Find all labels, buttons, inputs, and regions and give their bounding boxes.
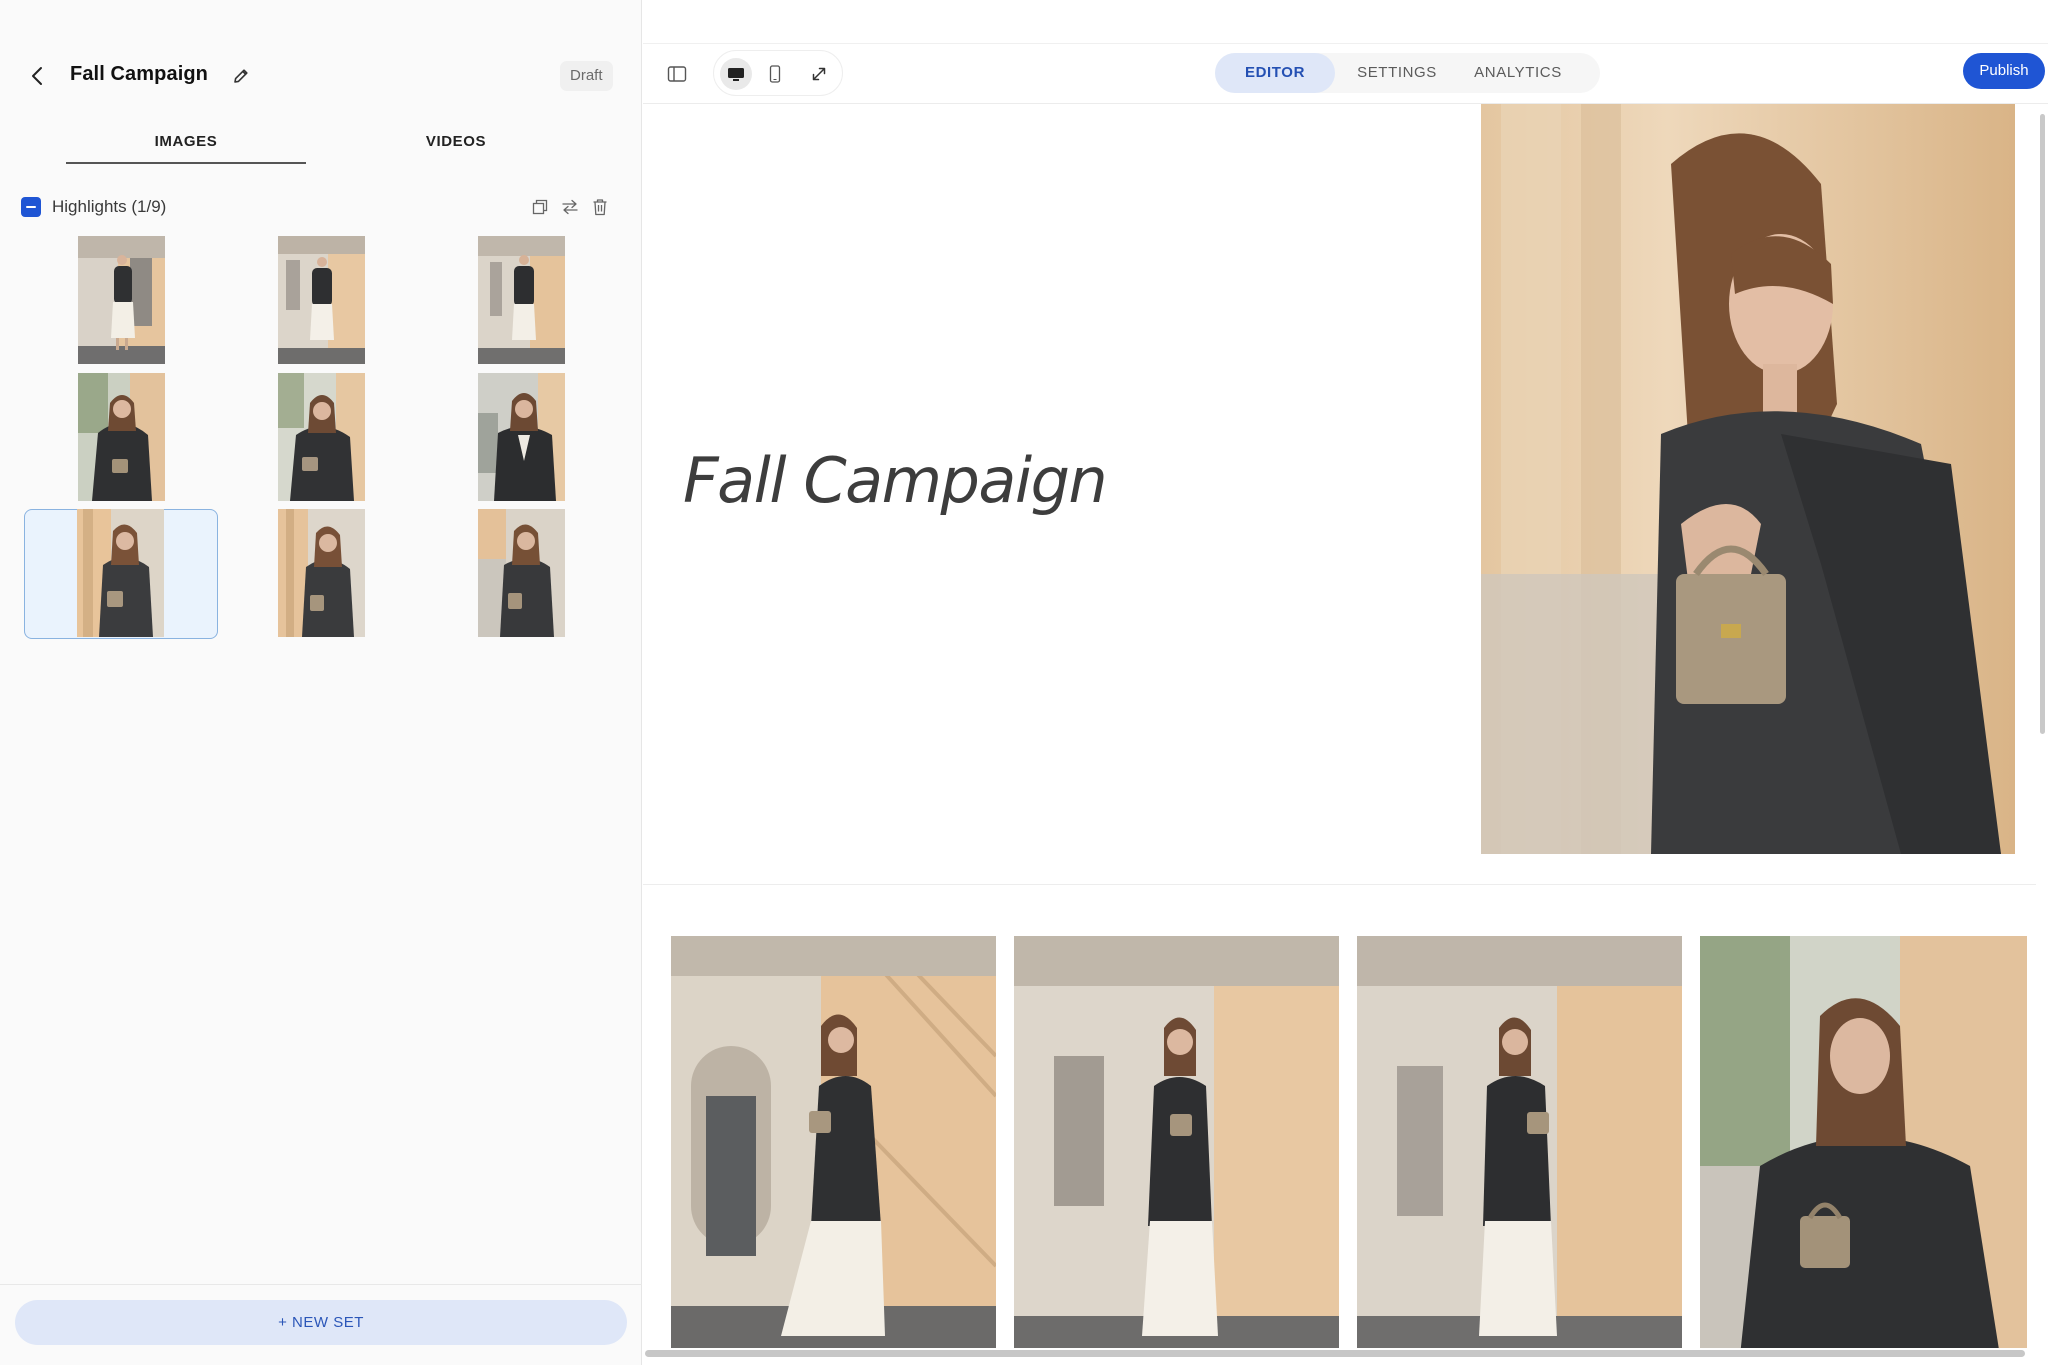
set-label: Highlights (1/9): [52, 197, 167, 216]
hero-image[interactable]: [1481, 104, 2015, 854]
pencil-icon: [234, 69, 248, 83]
tab-editor[interactable]: EDITOR: [1215, 53, 1335, 93]
hero-title[interactable]: Fall Campaign: [683, 444, 1108, 517]
thumbnail-9[interactable]: [424, 509, 618, 639]
gallery-photo: [1014, 936, 1339, 1348]
gallery-photo: [1700, 936, 2027, 1348]
set-header: Highlights (1/9): [20, 196, 620, 220]
gallery-image-4[interactable]: [1700, 936, 2027, 1348]
tab-images[interactable]: IMAGES: [66, 124, 306, 164]
thumbnail-image: [278, 236, 365, 364]
edit-title-button[interactable]: [227, 62, 255, 90]
gallery-photo: [1357, 936, 1682, 1348]
mode-tabs: EDITOR SETTINGS ANALYTICS: [1215, 53, 1600, 93]
thumbnail-image: [77, 509, 164, 637]
left-panel: Fall Campaign Draft IMAGES VIDEOS Highli…: [0, 0, 642, 1365]
horizontal-scrollbar[interactable]: [645, 1350, 2025, 1357]
thumbnail-1[interactable]: [24, 236, 218, 366]
thumbnail-7[interactable]: [24, 509, 218, 639]
thumbnail-8[interactable]: [224, 509, 418, 639]
duplicate-icon: [532, 199, 548, 215]
thumbnail-5[interactable]: [224, 373, 418, 503]
hero-photo: [1481, 104, 2015, 854]
thumbnail-3[interactable]: [424, 236, 618, 366]
desktop-view-button[interactable]: [720, 58, 752, 90]
thumbnail-image: [478, 373, 565, 501]
expand-icon: [812, 67, 826, 81]
desktop-icon: [728, 68, 744, 81]
panel-header: Fall Campaign Draft: [0, 50, 642, 102]
thumbnail-image: [478, 509, 565, 637]
app-window: Fall Campaign Draft IMAGES VIDEOS Highli…: [0, 0, 2048, 1365]
status-badge: Draft: [560, 61, 613, 91]
mobile-icon: [769, 65, 781, 83]
tab-settings[interactable]: SETTINGS: [1347, 53, 1447, 93]
window-top-strip: [643, 0, 2048, 44]
device-switcher: [713, 50, 843, 96]
gallery-photo: [671, 936, 996, 1348]
set-actions: [530, 196, 610, 218]
swap-icon: [562, 199, 578, 215]
thumbnail-2[interactable]: [224, 236, 418, 366]
sidebar-toggle-icon: [667, 66, 687, 82]
thumbnail-6[interactable]: [424, 373, 618, 503]
page-preview-canvas: Fall Campaign: [643, 104, 2036, 1348]
gallery-image-2[interactable]: [1014, 936, 1339, 1348]
mobile-view-button[interactable]: [759, 58, 791, 90]
gallery-image-3[interactable]: [1357, 936, 1682, 1348]
editor-toolbar: EDITOR SETTINGS ANALYTICS Publish: [643, 44, 2048, 104]
chevron-left-icon: [32, 67, 42, 85]
panel-footer-divider: [0, 1284, 642, 1285]
publish-button[interactable]: Publish: [1963, 53, 2045, 89]
reorder-set-button[interactable]: [560, 196, 580, 218]
back-button[interactable]: [24, 62, 52, 90]
duplicate-set-button[interactable]: [530, 196, 550, 218]
toggle-panel-button[interactable]: [661, 58, 693, 90]
thumbnail-4[interactable]: [24, 373, 218, 503]
tab-analytics[interactable]: ANALYTICS: [1463, 53, 1573, 93]
gallery-image-1[interactable]: [671, 936, 996, 1348]
indeterminate-mark: [26, 206, 36, 208]
media-tabs: IMAGES VIDEOS: [0, 124, 642, 166]
thumbnail-image: [278, 373, 365, 501]
thumbnail-image: [78, 236, 165, 364]
new-set-button[interactable]: + NEW SET: [15, 1300, 627, 1345]
delete-set-button[interactable]: [590, 196, 610, 218]
fullscreen-button[interactable]: [803, 58, 835, 90]
thumbnail-image: [278, 509, 365, 637]
thumbnail-image: [78, 373, 165, 501]
tab-videos[interactable]: VIDEOS: [336, 124, 576, 164]
trash-icon: [593, 199, 607, 216]
set-select-checkbox[interactable]: [21, 197, 41, 217]
section-divider: [643, 884, 2036, 885]
campaign-title: Fall Campaign: [70, 63, 208, 85]
thumbnail-image: [478, 236, 565, 364]
vertical-scrollbar[interactable]: [2040, 114, 2045, 734]
